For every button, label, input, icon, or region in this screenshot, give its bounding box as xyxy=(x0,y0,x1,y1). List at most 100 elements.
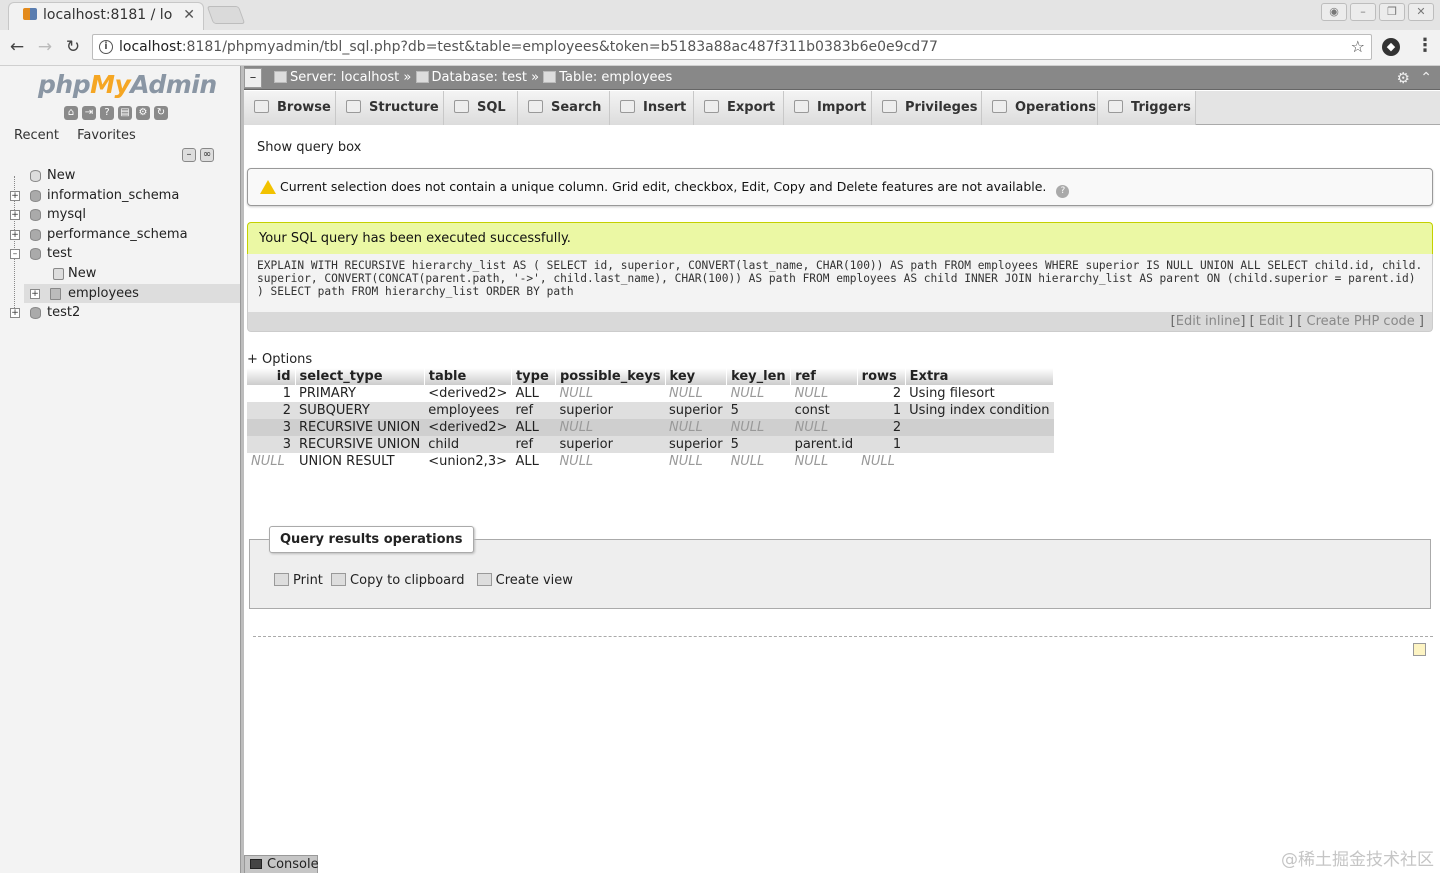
edit-inline-link[interactable]: Edit inline xyxy=(1176,314,1241,329)
column-header[interactable]: id xyxy=(247,368,296,385)
new-tab-button[interactable] xyxy=(206,6,246,24)
tree-item-label: information_schema xyxy=(47,187,180,203)
database-icon xyxy=(415,71,429,83)
console-toggle[interactable]: Console xyxy=(244,855,319,873)
browse-icon xyxy=(254,100,269,113)
table-row[interactable]: NULL UNION RESULT <union2,3> ALL NULL NU… xyxy=(247,453,1054,470)
tab-sql[interactable]: SQL xyxy=(444,91,518,125)
breadcrumb-server[interactable]: Server: localhost xyxy=(290,70,399,85)
column-header[interactable]: select_type xyxy=(295,368,425,385)
import-icon xyxy=(794,100,809,113)
database-icon xyxy=(30,209,41,222)
phpmyadmin-logo[interactable]: phpMyAdmin xyxy=(38,70,217,99)
column-header[interactable]: key_len xyxy=(726,368,792,385)
collapse-icon[interactable]: – xyxy=(10,249,20,260)
help-icon[interactable]: ? xyxy=(1056,185,1070,198)
forward-arrow-icon[interactable]: → xyxy=(34,36,56,58)
expand-icon[interactable]: + xyxy=(10,190,20,201)
browser-tab[interactable]: localhost:8181 / lo ✕ xyxy=(8,2,204,30)
column-header[interactable]: possible_keys xyxy=(555,368,666,385)
tree-item-new[interactable]: New xyxy=(0,166,240,186)
breadcrumb-database[interactable]: Database: test xyxy=(432,70,528,85)
bookmark-note-icon[interactable] xyxy=(1413,643,1426,656)
tab-insert[interactable]: Insert xyxy=(610,91,694,125)
tree-item-employees[interactable]: + employees xyxy=(24,283,240,304)
table-cell: NULL xyxy=(790,385,858,402)
table-row[interactable]: 3 RECURSIVE UNION child ref superior sup… xyxy=(247,436,1054,453)
reload-nav-icon[interactable]: ↻ xyxy=(154,106,168,120)
create-php-code-link[interactable]: Create PHP code xyxy=(1307,314,1415,329)
table-cell: NULL xyxy=(555,453,666,470)
column-header[interactable]: rows xyxy=(857,368,906,385)
column-header[interactable]: Extra xyxy=(905,368,1055,385)
table-cell: 5 xyxy=(726,402,791,419)
settings-icon[interactable]: ⚙ xyxy=(136,106,150,120)
close-window-button[interactable]: ✕ xyxy=(1408,3,1434,21)
reload-icon[interactable]: ↻ xyxy=(62,36,84,58)
back-arrow-icon[interactable]: ← xyxy=(6,36,28,58)
copy-to-clipboard-link[interactable]: Copy to clipboard xyxy=(350,573,464,588)
table-cell: <derived2> xyxy=(424,419,512,436)
tree-item-mysql[interactable]: + mysql xyxy=(0,205,240,225)
close-tab-icon[interactable]: ✕ xyxy=(183,7,195,23)
tab-browse[interactable]: Browse xyxy=(244,91,336,125)
table-row[interactable]: 1 PRIMARY <derived2> ALL NULL NULL NULL … xyxy=(247,385,1054,402)
site-info-icon[interactable]: i xyxy=(99,40,113,54)
profile-icon[interactable]: ◉ xyxy=(1321,3,1347,21)
expand-icon[interactable]: + xyxy=(30,288,40,299)
results-header-row: id select_type table type possible_keys … xyxy=(247,368,1055,385)
table-row[interactable]: 2 SUBQUERY employees ref superior superi… xyxy=(247,402,1054,419)
recent-tab[interactable]: Recent xyxy=(14,128,59,143)
table-cell: superior xyxy=(665,436,727,453)
menu-kebab-icon[interactable]: ⋮ xyxy=(1416,35,1434,56)
tab-import[interactable]: Import xyxy=(784,91,872,125)
logout-icon[interactable]: ⇥ xyxy=(82,106,96,120)
print-link[interactable]: Print xyxy=(293,573,323,588)
tree-item-information-schema[interactable]: + information_schema xyxy=(0,186,240,206)
window-controls: ◉ – ❐ ✕ xyxy=(1321,3,1434,21)
extension-icon[interactable]: ◆ xyxy=(1382,38,1400,56)
collapse-sidebar-button[interactable]: – xyxy=(244,68,262,88)
expand-icon[interactable]: + xyxy=(10,308,20,319)
tree-item-performance-schema[interactable]: + performance_schema xyxy=(0,225,240,245)
column-header[interactable]: type xyxy=(511,368,556,385)
help-icon[interactable]: ? xyxy=(100,106,114,120)
collapse-all-icon[interactable]: – xyxy=(182,148,196,162)
restore-button[interactable]: ❐ xyxy=(1379,3,1405,21)
bookmark-star-icon[interactable]: ☆ xyxy=(1351,35,1365,59)
column-header[interactable]: table xyxy=(424,368,512,385)
tree-item-test2[interactable]: + test2 xyxy=(0,303,240,323)
expand-icon[interactable]: + xyxy=(10,210,20,221)
table-cell: ALL xyxy=(511,419,556,436)
tree-item-test[interactable]: – test xyxy=(0,244,240,264)
table-cell: RECURSIVE UNION xyxy=(295,436,425,453)
column-header[interactable]: key xyxy=(665,368,728,385)
tab-label: Search xyxy=(551,100,602,115)
tree-item-test-new[interactable]: New xyxy=(0,264,240,284)
console-icon xyxy=(250,859,262,869)
tab-search[interactable]: Search xyxy=(518,91,610,125)
create-view-link[interactable]: Create view xyxy=(496,573,573,588)
tab-triggers[interactable]: Triggers xyxy=(1098,91,1196,125)
home-icon[interactable]: ⌂ xyxy=(64,106,78,120)
settings-gear-icon[interactable]: ⚙ xyxy=(1397,66,1410,90)
column-header[interactable]: ref xyxy=(790,368,858,385)
favorites-tab[interactable]: Favorites xyxy=(77,128,136,143)
address-bar[interactable]: i localhost:8181/phpmyadmin/tbl_sql.php?… xyxy=(92,34,1372,60)
docs-icon[interactable]: ▤ xyxy=(118,106,132,120)
link-with-main-icon[interactable]: ∞ xyxy=(200,148,214,162)
table-cell: PRIMARY xyxy=(295,385,425,402)
table-row[interactable]: 3 RECURSIVE UNION <derived2> ALL NULL NU… xyxy=(247,419,1054,436)
expand-icon[interactable]: + xyxy=(10,229,20,240)
hide-top-menu-icon[interactable]: ⌃ xyxy=(1420,66,1432,90)
minimize-button[interactable]: – xyxy=(1350,3,1376,21)
tab-operations[interactable]: Operations xyxy=(982,91,1098,125)
tab-structure[interactable]: Structure xyxy=(336,91,444,125)
show-query-box-link[interactable]: Show query box xyxy=(257,140,361,155)
tab-privileges[interactable]: Privileges xyxy=(872,91,982,125)
edit-link[interactable]: Edit xyxy=(1259,314,1284,329)
tab-export[interactable]: Export xyxy=(694,91,784,125)
success-message: Your SQL query has been executed success… xyxy=(247,222,1433,254)
breadcrumb-table[interactable]: Table: employees xyxy=(559,70,672,85)
options-toggle[interactable]: + Options xyxy=(247,352,312,367)
